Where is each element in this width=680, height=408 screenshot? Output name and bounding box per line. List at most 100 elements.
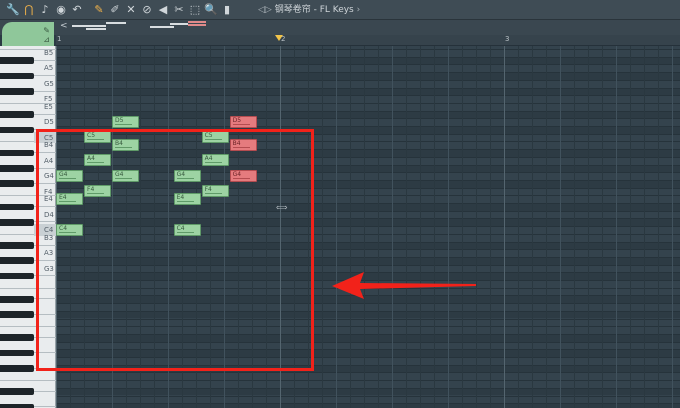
black-key[interactable] xyxy=(0,126,34,134)
annotation-highlight-box xyxy=(36,129,314,371)
black-key[interactable] xyxy=(0,57,34,64)
piano-roll-window: 🔧 ⋂ ♪ ◉ ↶ ✎ ✐ ✕ ⊘ ◀ ✂ ⬚ 🔍 ▮ ◁▷ 钢琴卷帘 - FL Keys › < ✎ ⊿… xyxy=(0,0,680,408)
ghost-note xyxy=(106,22,126,24)
grid-row-line xyxy=(56,72,680,74)
grid-row-black xyxy=(56,72,680,80)
playback-icon[interactable]: ▮ xyxy=(220,2,234,18)
ghost-note xyxy=(150,26,174,28)
white-key-divider xyxy=(34,75,56,77)
grid-column-line xyxy=(644,46,645,408)
white-key-divider xyxy=(34,390,56,392)
paint-icon[interactable]: ✐ xyxy=(108,2,122,18)
black-key[interactable] xyxy=(0,218,34,226)
title-chevron-icon: › xyxy=(356,5,361,15)
note-velocity-line xyxy=(232,123,250,125)
black-key[interactable] xyxy=(0,165,34,172)
pencil-icon[interactable]: ✎ xyxy=(92,2,106,18)
select-icon[interactable]: ⬚ xyxy=(188,2,202,18)
key-label: A5 xyxy=(44,64,54,73)
title-arrows: ◁▷ xyxy=(258,5,272,15)
mute-icon[interactable]: ⊘ xyxy=(140,2,154,18)
tool-tab[interactable]: ✎ ⊿ xyxy=(2,22,54,46)
grid-column-line xyxy=(658,46,659,408)
magnet-icon[interactable]: ⋂ xyxy=(22,2,36,18)
black-key[interactable] xyxy=(0,180,34,188)
ghost-note xyxy=(72,25,106,27)
back-arrow-icon[interactable]: < xyxy=(60,21,68,31)
grid-column-line xyxy=(420,46,421,408)
black-key[interactable] xyxy=(0,149,34,157)
ghost-note-selected xyxy=(188,24,206,26)
window-title[interactable]: ◁▷ 钢琴卷帘 - FL Keys › xyxy=(258,3,360,17)
undo-icon[interactable]: ↶ xyxy=(70,2,84,18)
grid-column-line xyxy=(546,46,547,408)
speaker-icon[interactable]: ◀ xyxy=(156,2,170,18)
annotation-arrow-icon xyxy=(332,272,476,299)
grid-column-line xyxy=(560,46,561,408)
ghost-note xyxy=(170,23,188,25)
grid-column-line xyxy=(350,46,351,408)
wrench-icon[interactable]: 🔧 xyxy=(6,2,20,18)
playhead-marker[interactable] xyxy=(275,35,283,41)
black-key[interactable] xyxy=(0,272,34,280)
black-key[interactable] xyxy=(0,257,34,265)
grid-row-line xyxy=(56,56,680,58)
grid-column-line xyxy=(532,46,533,408)
grid-row-line xyxy=(56,118,680,120)
grid-column-line xyxy=(602,46,603,408)
record-icon[interactable]: ◉ xyxy=(54,2,68,18)
ghost-note-selected xyxy=(188,21,206,23)
black-key[interactable] xyxy=(0,403,34,408)
note-selected[interactable]: D5 xyxy=(229,115,257,128)
white-key-divider xyxy=(34,90,56,92)
grid-row-line xyxy=(56,387,680,389)
note[interactable]: D5 xyxy=(112,115,139,128)
grid-column-line xyxy=(518,46,519,408)
grid-column-line xyxy=(378,46,379,408)
white-key-divider xyxy=(34,59,56,61)
sub-toolbar: < xyxy=(0,20,680,35)
grid-column-line xyxy=(630,46,631,408)
black-key[interactable] xyxy=(0,388,34,395)
grid-column-line xyxy=(322,46,323,408)
black-key[interactable] xyxy=(0,72,34,80)
black-key[interactable] xyxy=(0,295,34,303)
grid-column-line xyxy=(448,46,449,408)
note-icon[interactable]: ♪ xyxy=(38,2,52,18)
grid-column-line xyxy=(476,46,477,408)
grid-column-line xyxy=(490,46,491,408)
key-label: G5 xyxy=(44,79,54,88)
white-key-divider xyxy=(34,406,56,408)
zoom-icon[interactable]: 🔍 xyxy=(204,2,218,18)
key-label: E5 xyxy=(44,102,53,111)
grid-row-line xyxy=(56,110,680,112)
grid-row-line xyxy=(56,372,680,374)
grid-row-black xyxy=(56,110,680,119)
grid-row-black xyxy=(56,56,680,65)
ghost-note xyxy=(86,28,106,30)
grid-row-line xyxy=(56,64,680,66)
slice-icon[interactable]: ✂ xyxy=(172,2,186,18)
grid-column-line xyxy=(574,46,575,408)
key-label: B5 xyxy=(44,49,54,57)
white-key-divider xyxy=(0,380,56,382)
black-key[interactable] xyxy=(0,311,34,318)
grid-row-line xyxy=(56,49,680,50)
grid-row-line xyxy=(56,79,680,81)
grid-column-line xyxy=(672,46,673,408)
grid-column-line xyxy=(504,46,505,408)
delete-icon[interactable]: ✕ xyxy=(124,2,138,18)
black-key[interactable] xyxy=(0,365,34,372)
grid-row-black xyxy=(56,87,680,96)
ruler-bar-label: 1 xyxy=(57,35,62,43)
black-key[interactable] xyxy=(0,111,34,118)
grid-column-line xyxy=(588,46,589,408)
black-key[interactable] xyxy=(0,242,34,249)
black-key[interactable] xyxy=(0,88,34,95)
key-label: D5 xyxy=(44,118,54,127)
black-key[interactable] xyxy=(0,334,34,342)
timeline-ruler[interactable]: 123 xyxy=(56,35,680,46)
grid-column-line xyxy=(406,46,407,408)
black-key[interactable] xyxy=(0,203,34,211)
black-key[interactable] xyxy=(0,349,34,357)
